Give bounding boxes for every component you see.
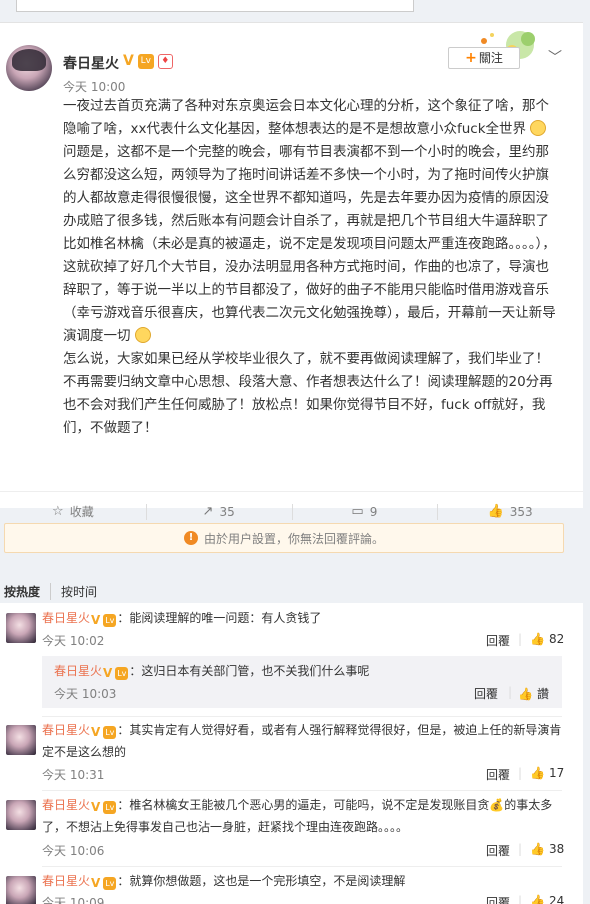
sub-reply: 春日星火 V Lv ：这归日本有关部门管，也不关我们什么事呢 今天 10:03 回覆 … bbox=[42, 656, 562, 708]
level-badge-icon: Lv bbox=[115, 666, 129, 680]
comment-badges: V Lv bbox=[103, 666, 129, 680]
comment-content: ：能阅读理解的唯一问题：有人贪钱了 bbox=[117, 611, 322, 625]
author-badges: V Lv ♦ bbox=[123, 53, 173, 69]
comment-author[interactable]: 春日星火 bbox=[42, 798, 90, 812]
comment-avatar[interactable] bbox=[6, 876, 36, 904]
reply-button[interactable]: 回覆 bbox=[486, 632, 510, 649]
post-paragraph: 一夜过去首页充满了各种对东京奥运会日本文化心理的分析，这个象征了啥，那个隐喻了啥… bbox=[63, 98, 549, 137]
post-body: 一夜过去首页充满了各种对东京奥运会日本文化心理的分析，这个象征了啥，那个隐喻了啥… bbox=[63, 95, 559, 440]
comment-restriction-notice: ! 由於用户設置，你無法回覆評論。 bbox=[4, 523, 564, 553]
level-badge-icon: Lv bbox=[137, 53, 154, 69]
separator: | bbox=[518, 842, 523, 856]
separator: | bbox=[518, 766, 523, 780]
star-icon: ☆ bbox=[52, 504, 64, 519]
comment-content: ：椎名林檎女王能被几个恶心男的逼走，可能吗，说不定是发现账目贪💰的事太多了，不想… bbox=[42, 798, 553, 834]
comment-author[interactable]: 春日星火 bbox=[42, 874, 90, 888]
author-name[interactable]: 春日星火 bbox=[63, 53, 119, 73]
thumb-up-icon: 👍 bbox=[487, 504, 504, 519]
verified-icon: V bbox=[91, 876, 101, 890]
post-card: 春日星火 V Lv ♦ 今天 10:00 + 關注 ﹀ 一夜过去首页充满了各种对东… bbox=[0, 22, 583, 520]
comment-badges: V Lv bbox=[91, 725, 117, 739]
comment-like-button[interactable]: 👍 82 bbox=[530, 632, 564, 646]
thumb-up-icon: 👍 bbox=[530, 894, 545, 904]
comment-like-button[interactable]: 👍 24 bbox=[530, 894, 564, 904]
plus-icon: + bbox=[465, 50, 477, 66]
comment-avatar[interactable] bbox=[6, 800, 36, 830]
level-badge-icon: Lv bbox=[103, 613, 117, 627]
comment-text: 春日星火 V Lv ：能阅读理解的唯一问题：有人贪钱了 bbox=[42, 607, 562, 629]
reply-button[interactable]: 回覆 bbox=[486, 842, 510, 859]
post-time[interactable]: 今天 10:00 bbox=[63, 78, 125, 95]
comment-divider bbox=[42, 790, 562, 791]
reply-button[interactable]: 回覆 bbox=[474, 685, 498, 702]
separator: | bbox=[518, 894, 523, 904]
comment-time: 今天 10:09 bbox=[42, 896, 105, 904]
level-badge-icon: Lv bbox=[103, 800, 117, 814]
sort-by-time-tab[interactable]: 按时间 bbox=[51, 583, 97, 600]
repost-icon: ↗ bbox=[202, 504, 214, 519]
browser-top-strip bbox=[0, 0, 590, 22]
comment-time: 今天 10:03 bbox=[54, 687, 117, 701]
verified-icon: V bbox=[123, 53, 134, 69]
thumb-up-icon: 👍 bbox=[518, 686, 533, 701]
warning-icon: ! bbox=[183, 531, 198, 545]
comment-icon: ▭ bbox=[351, 504, 364, 519]
separator: | bbox=[508, 685, 513, 699]
verified-icon: V bbox=[103, 666, 113, 680]
member-badge-icon: ♦ bbox=[157, 53, 173, 69]
top-bar-input bbox=[16, 0, 414, 12]
verified-icon: V bbox=[91, 613, 101, 627]
comment-like-button[interactable]: 👍 38 bbox=[530, 842, 564, 856]
comment-author[interactable]: 春日星火 bbox=[54, 664, 102, 678]
comment-badges: V Lv bbox=[91, 876, 117, 890]
comment-author[interactable]: 春日星火 bbox=[42, 611, 90, 625]
follow-label: 關注 bbox=[478, 51, 503, 65]
comment-time: 今天 10:06 bbox=[42, 844, 105, 858]
comment-like-button[interactable]: 👍 17 bbox=[530, 766, 564, 780]
follow-button[interactable]: + 關注 bbox=[448, 47, 520, 69]
separator: | bbox=[518, 632, 523, 646]
comment-content: ：其实肯定有人觉得好看，或者有人强行解释觉得很好，但是，被迫上任的新导演肯定不是… bbox=[42, 723, 562, 759]
comment-time: 今天 10:31 bbox=[42, 768, 105, 782]
comment-author[interactable]: 春日星火 bbox=[42, 723, 90, 737]
comment-like-button[interactable]: 👍 讚 bbox=[518, 685, 549, 702]
comment-divider bbox=[42, 866, 562, 867]
comment-divider bbox=[42, 716, 562, 717]
comment-content: ：就算你想做题，这也是一个完形填空，不是阅读理解 bbox=[117, 874, 406, 888]
level-badge-icon: Lv bbox=[103, 876, 117, 890]
comment-avatar[interactable] bbox=[6, 613, 36, 643]
thumb-up-icon: 👍 bbox=[530, 766, 545, 780]
comment-badges: V Lv bbox=[91, 800, 117, 814]
emoji-icon bbox=[530, 120, 547, 136]
thumb-up-icon: 👍 bbox=[530, 632, 545, 646]
comment-content: ：这归日本有关部门管，也不关我们什么事呢 bbox=[129, 664, 370, 678]
notice-text: 由於用户設置，你無法回覆評論。 bbox=[203, 531, 384, 546]
verified-icon: V bbox=[91, 800, 101, 814]
author-avatar[interactable] bbox=[6, 45, 52, 91]
sort-by-hot-tab[interactable]: 按热度 bbox=[4, 583, 52, 600]
comment-time: 今天 10:02 bbox=[42, 634, 105, 648]
post-paragraph: 问题是，这都不是一个完整的晚会，哪有节目表演都不到一个小时的晚会，里约那么穷都没… bbox=[63, 144, 556, 344]
comment-avatar[interactable] bbox=[6, 725, 36, 755]
comment-text: 春日星火 V Lv ：这归日本有关部门管，也不关我们什么事呢 bbox=[54, 660, 554, 682]
comment-text: 春日星火 V Lv ：就算你想做题，这也是一个完形填空，不是阅读理解 bbox=[42, 870, 562, 892]
comment-text: 春日星火 V Lv ：其实肯定有人觉得好看，或者有人强行解释觉得很好，但是，被迫上任的… bbox=[42, 719, 562, 763]
comment-badges: V Lv bbox=[91, 613, 117, 627]
chevron-down-icon[interactable]: ﹀ bbox=[548, 47, 562, 67]
comment-sort-tabs: 按热度 按时间 bbox=[4, 583, 97, 600]
post-paragraph: 怎么说，大家如果已经从学校毕业很久了，就不要再做阅读理解了，我们毕业了！不再需要… bbox=[63, 351, 553, 436]
verified-icon: V bbox=[91, 725, 101, 739]
emoji-icon bbox=[134, 327, 151, 343]
level-badge-icon: Lv bbox=[103, 725, 117, 739]
reply-button[interactable]: 回覆 bbox=[486, 894, 510, 904]
thumb-up-icon: 👍 bbox=[530, 842, 545, 856]
reply-button[interactable]: 回覆 bbox=[486, 766, 510, 783]
comment-text: 春日星火 V Lv ：椎名林檎女王能被几个恶心男的逼走，可能吗，说不定是发现账目贪💰的… bbox=[42, 794, 562, 838]
